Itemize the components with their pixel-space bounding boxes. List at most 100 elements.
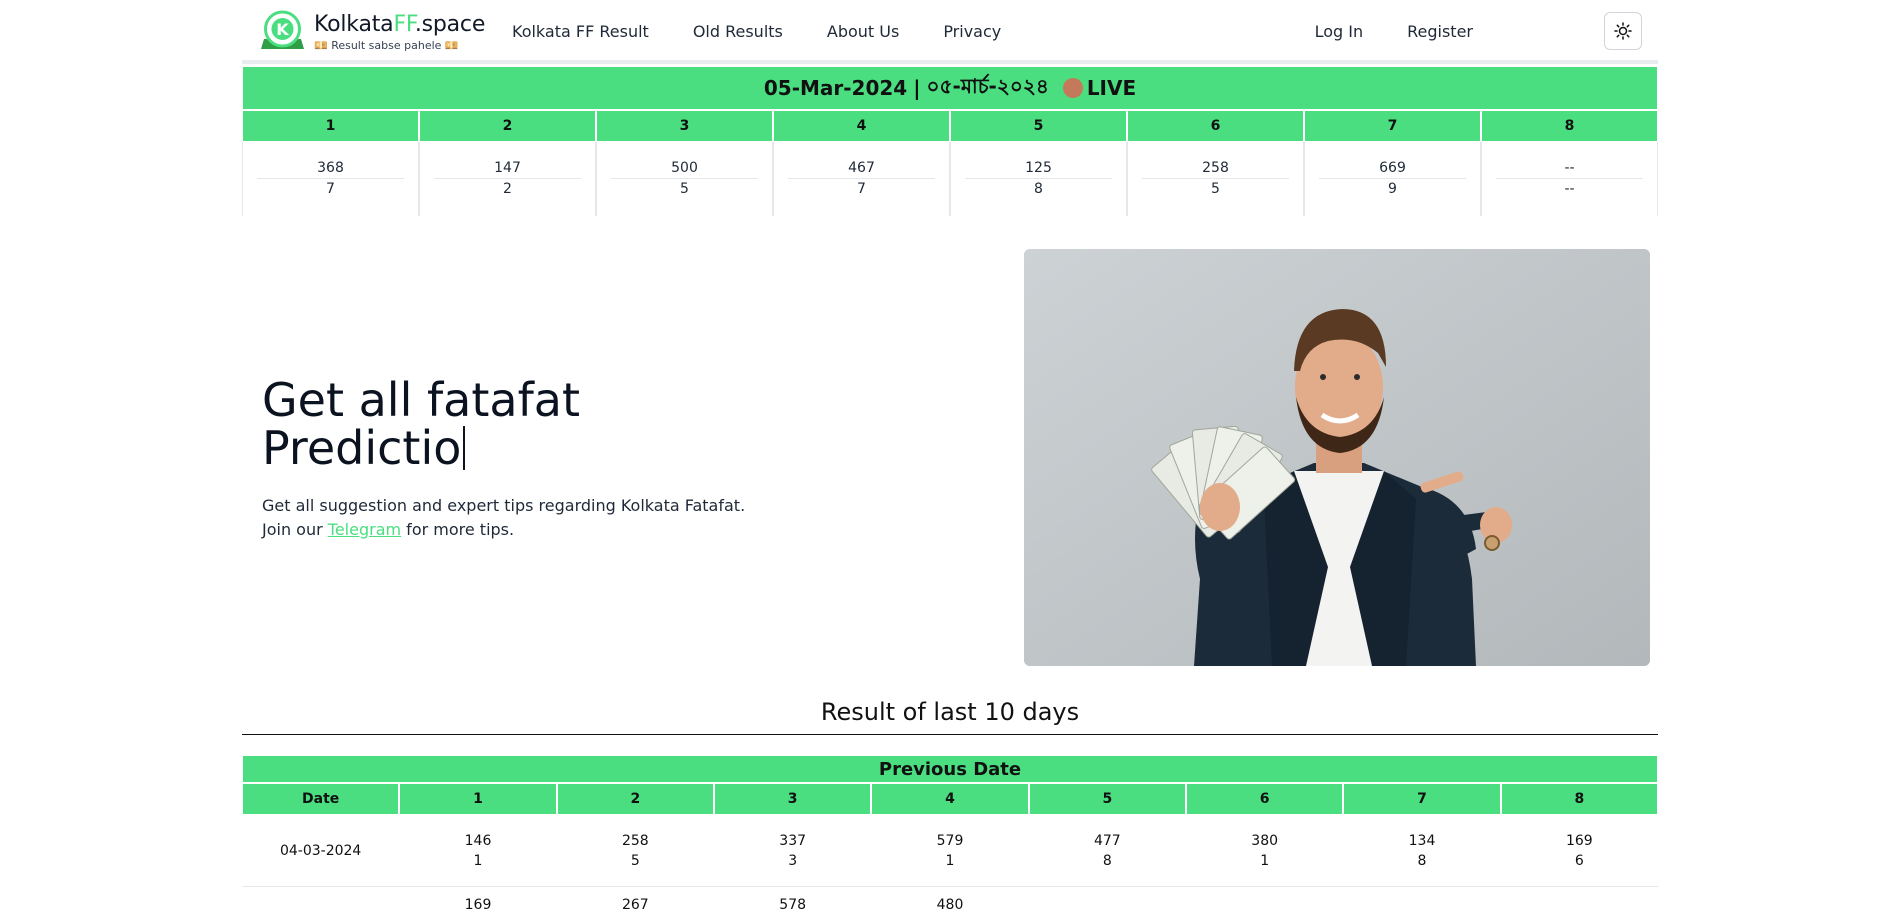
hero-heading-line2: Predictio (262, 421, 462, 475)
patti-value: 258 (621, 832, 649, 849)
live-head-cell: 6 (1127, 110, 1304, 142)
brand-ff: FF (393, 12, 415, 37)
live-table-header: 1 2 3 4 5 6 7 8 (242, 110, 1658, 142)
join-prefix: Join our (262, 520, 328, 539)
result-cell: 380 1 (1185, 815, 1344, 887)
results-head-cell: 1 (399, 783, 557, 815)
single-value: 5 (630, 852, 640, 869)
results-head-cell: 5 (1028, 783, 1186, 815)
man-holding-money-illustration (1024, 249, 1650, 666)
live-result-title: 05-Mar-2024 | ০৫-মার্চ-২০২৪ LIVE (242, 66, 1658, 110)
telegram-link[interactable]: Telegram (328, 520, 401, 539)
page-container: K KolkataFF.space 💴 Result sabse pahele … (242, 0, 1658, 216)
results-section-title: Result of last 10 days (820, 698, 1080, 726)
result-cell: 169 6 (1500, 815, 1658, 887)
patti-value: 146 (464, 832, 492, 849)
single-value: 8 (1034, 181, 1043, 197)
nav-kolkata-ff-result[interactable]: Kolkata FF Result (512, 22, 649, 41)
login-link[interactable]: Log In (1315, 22, 1364, 41)
kolkataff-logo-icon[interactable]: K (258, 9, 307, 55)
live-head-cell: 3 (596, 110, 773, 142)
patti-value: 169 (1565, 832, 1593, 849)
live-table-body: 368 7 147 2 500 5 467 7 125 8 258 5 669 9 -- -- (242, 142, 1658, 216)
hero-heading-line1: Get all fatafat (262, 373, 581, 427)
result-cell: 579 1 (871, 815, 1029, 887)
main-nav: Kolkata FF Result Old Results About Us P… (512, 22, 1001, 41)
auth-nav: Log In Register (1315, 22, 1473, 41)
live-result-cell: 467 7 (773, 142, 950, 216)
top-navbar: K KolkataFF.space 💴 Result sabse pahele … (242, 0, 1658, 64)
live-head-cell: 2 (419, 110, 596, 142)
patti-value: 368 (257, 160, 404, 179)
nav-about-us[interactable]: About Us (827, 22, 899, 41)
result-date (242, 887, 399, 916)
live-result-cell: 125 8 (950, 142, 1127, 216)
single-value: 8 (1102, 852, 1112, 869)
live-date-en: 05-Mar-2024 (763, 76, 908, 100)
nav-privacy[interactable]: Privacy (943, 22, 1001, 41)
result-cell: 134 8 (1343, 815, 1501, 887)
results-table-header: Date 1 2 3 4 5 6 7 8 (242, 783, 1658, 815)
single-value: 9 (1388, 181, 1397, 197)
register-link[interactable]: Register (1407, 22, 1473, 41)
patti-value: 169 (464, 897, 492, 913)
live-result-cell: 500 5 (596, 142, 773, 216)
hero-description-line1: Get all suggestion and expert tips regar… (262, 496, 746, 515)
live-result-cell: 147 2 (419, 142, 596, 216)
single-value: 5 (1211, 181, 1220, 197)
brand-prefix: Kolkata (314, 12, 394, 37)
patti-value: 147 (434, 160, 581, 179)
result-cell: 337 3 (713, 815, 872, 887)
single-value: 5 (680, 181, 689, 197)
patti-value: 380 (1251, 832, 1279, 849)
live-head-cell: 5 (950, 110, 1127, 142)
result-cell: 477 8 (1028, 815, 1186, 887)
results-divider (242, 734, 1658, 735)
result-date-text: 04-03-2024 (279, 842, 362, 859)
single-value: 6 (1574, 852, 1584, 869)
results-head-cell: 3 (713, 783, 872, 815)
patti-value: 578 (779, 897, 807, 913)
patti-value: 134 (1408, 832, 1436, 849)
live-result-cell: -- -- (1481, 142, 1658, 216)
patti-value: 477 (1093, 832, 1121, 849)
live-date-bn: ০৫-মার্চ-২০২৪ (926, 73, 1049, 98)
live-result-cell: 258 5 (1127, 142, 1304, 216)
results-head-cell: 2 (556, 783, 714, 815)
previous-date-title: Previous Date (242, 755, 1658, 783)
nav-old-results[interactable]: Old Results (693, 22, 783, 41)
table-row: 169 267 578 480 (242, 887, 1658, 916)
results-head-cell: 8 (1500, 783, 1658, 815)
patti-value: -- (1496, 160, 1643, 179)
brand-suffix: .space (414, 12, 486, 37)
single-value: 1 (473, 852, 483, 869)
patti-value: 258 (1142, 160, 1289, 179)
table-row: 04-03-2024 146 1 258 5 337 3 579 1 477 8 380 1… (242, 815, 1658, 887)
patti-value: 267 (621, 897, 649, 913)
result-cell: 258 5 (556, 815, 714, 887)
patti-value: 480 (936, 897, 964, 913)
live-head-cell: 4 (773, 110, 950, 142)
single-value: 7 (326, 181, 335, 197)
results-head-cell: 4 (871, 783, 1029, 815)
results-head-cell: 7 (1343, 783, 1501, 815)
results-head-cell: Date (242, 783, 400, 815)
theme-toggle-button[interactable] (1604, 12, 1642, 50)
brand-tagline: 💴 Result sabse pahele 💴 (314, 39, 459, 52)
patti-value: 125 (965, 160, 1112, 179)
live-date-separator: | (913, 76, 921, 100)
single-value: 1 (1260, 852, 1270, 869)
patti-value: 467 (788, 160, 935, 179)
results-head-cell: 6 (1185, 783, 1344, 815)
live-label: LIVE (1086, 76, 1137, 100)
live-head-cell: 1 (242, 110, 419, 142)
brand-name[interactable]: KolkataFF.space (314, 12, 485, 37)
result-date: 04-03-2024 (242, 815, 400, 887)
hero-heading: Get all fatafat Predictio (262, 376, 580, 472)
live-indicator-dot (1062, 78, 1083, 98)
live-result-cell: 368 7 (242, 142, 419, 216)
patti-value: 337 (779, 832, 807, 849)
single-value: 8 (1417, 852, 1427, 869)
single-value: 2 (503, 181, 512, 197)
single-value: -- (1564, 181, 1575, 197)
